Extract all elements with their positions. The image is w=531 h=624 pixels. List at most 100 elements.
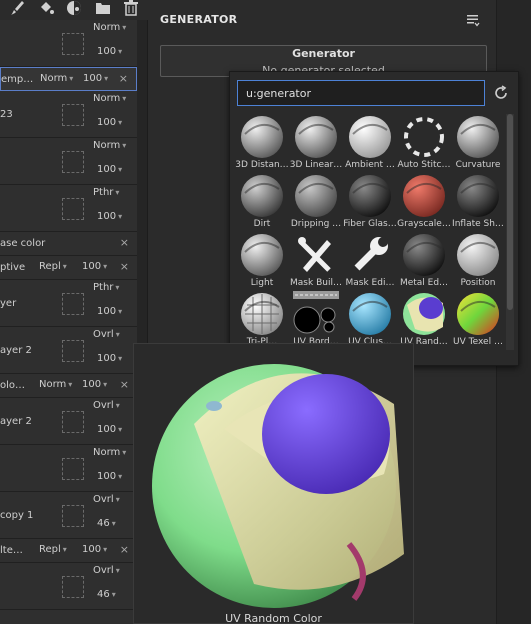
resource-item[interactable]: UV Texel … [451, 291, 505, 350]
opacity-dropdown[interactable]: 46 ▾ [97, 589, 116, 600]
opacity-value: 100 [97, 117, 117, 128]
resource-item[interactable]: Tri-Pl… [235, 291, 289, 350]
chevron-down-icon: ▾ [62, 262, 67, 271]
opacity-dropdown[interactable]: 100 ▾ [97, 211, 122, 222]
opacity-dropdown[interactable]: 100 ▾ [97, 117, 122, 128]
resource-item[interactable]: Metal Ed… [397, 232, 451, 291]
resource-item[interactable]: Fiber Glas… [343, 173, 397, 232]
folder-icon[interactable] [95, 0, 111, 16]
blend-mode-dropdown[interactable]: Ovrl ▾ [93, 400, 120, 411]
layer-row[interactable]: Norm ▾ 100 ▾ [0, 20, 137, 67]
resource-item[interactable]: UV Rand… [397, 291, 451, 350]
blend-mode-dropdown[interactable]: Norm ▾ [93, 447, 126, 458]
resource-item[interactable]: 3D Linear… [289, 114, 343, 173]
resource-item[interactable]: UV Clus… [343, 291, 397, 350]
opacity-dropdown[interactable]: 100 ▾ [97, 306, 122, 317]
mask-icon[interactable] [66, 0, 82, 16]
layer-mask-thumbnail[interactable] [62, 339, 84, 362]
layer-row[interactable]: 23 Norm ▾ 100 ▾ [0, 91, 137, 138]
resource-label: Ambient … [345, 160, 395, 170]
blend-mode-value: Norm [93, 93, 121, 104]
layer-mask-thumbnail[interactable] [62, 457, 84, 480]
resource-item[interactable]: Mask Buil… [289, 232, 343, 291]
chevron-down-icon: ▾ [115, 401, 120, 410]
layer-mask-thumbnail[interactable] [62, 504, 84, 527]
layer-row[interactable]: ayer 2 Ovrl ▾ 100 ▾ [0, 327, 137, 374]
layer-row[interactable]: lte… Repl ▾ 100 ▾ × [0, 539, 137, 563]
opacity-dropdown[interactable]: 100 ▾ [82, 261, 107, 272]
layer-mask-thumbnail[interactable] [62, 197, 84, 220]
menu-icon[interactable] [465, 12, 481, 28]
resource-item[interactable]: UV Bord… [289, 291, 343, 350]
blend-mode-dropdown[interactable]: Ovrl ▾ [93, 494, 120, 505]
opacity-value: 100 [97, 164, 117, 175]
layer-row[interactable]: emp… Norm ▾ 100 ▾ × [0, 67, 137, 91]
resource-item[interactable]: 3D Distan… [235, 114, 289, 173]
blend-mode-value: Norm [93, 22, 121, 33]
layer-row[interactable]: Pthr ▾ 100 ▾ [0, 185, 137, 232]
close-icon[interactable]: × [120, 543, 129, 556]
layer-mask-thumbnail[interactable] [62, 410, 84, 433]
opacity-dropdown[interactable]: 100 ▾ [97, 353, 122, 364]
layer-row[interactable]: yer Pthr ▾ 100 ▾ [0, 280, 137, 327]
blend-mode-dropdown[interactable]: Repl ▾ [39, 261, 67, 272]
close-icon[interactable]: × [120, 378, 129, 391]
resource-item[interactable]: Curvature [451, 114, 505, 173]
opacity-dropdown[interactable]: 100 ▾ [97, 164, 122, 175]
resource-item[interactable]: Light [235, 232, 289, 291]
layer-mask-thumbnail[interactable] [62, 150, 84, 173]
layer-stack-panel: Norm ▾ 100 ▾ emp… Norm ▾ 100 ▾ × 23 Norm ▾ 100 ▾ Norm ▾ 1… [0, 20, 148, 624]
opacity-dropdown[interactable]: 100 ▾ [83, 73, 108, 84]
close-icon[interactable]: × [120, 260, 129, 273]
layer-row[interactable]: ayer 2 Ovrl ▾ 100 ▾ [0, 398, 137, 445]
fill-icon[interactable] [38, 0, 54, 16]
layer-row[interactable]: Norm ▾ 100 ▾ [0, 445, 137, 492]
blend-mode-value: Pthr [93, 282, 114, 293]
opacity-dropdown[interactable]: 100 ▾ [82, 544, 107, 555]
resource-item[interactable]: Inflate Sh… [451, 173, 505, 232]
blend-mode-dropdown[interactable]: Pthr ▾ [93, 187, 119, 198]
layer-row[interactable]: Ovrl ▾ 46 ▾ [0, 563, 137, 610]
resource-item[interactable]: Dirt [235, 173, 289, 232]
close-icon[interactable]: × [120, 236, 129, 249]
layer-row[interactable]: ptive Repl ▾ 100 ▾ × [0, 256, 137, 280]
resource-item[interactable]: Auto Stitc… [397, 114, 451, 173]
refresh-icon[interactable] [491, 83, 511, 103]
opacity-dropdown[interactable]: 100 ▾ [97, 471, 122, 482]
chevron-down-icon: ▾ [103, 262, 108, 271]
blend-mode-dropdown[interactable]: Norm ▾ [93, 93, 126, 104]
search-input[interactable] [237, 80, 485, 106]
blend-mode-dropdown[interactable]: Pthr ▾ [93, 282, 119, 293]
blend-mode-dropdown[interactable]: Norm ▾ [39, 379, 72, 390]
resource-item[interactable]: Mask Edi… [343, 232, 397, 291]
blend-mode-dropdown[interactable]: Ovrl ▾ [93, 329, 120, 340]
blend-mode-dropdown[interactable]: Norm ▾ [93, 140, 126, 151]
layer-row[interactable]: olo… Norm ▾ 100 ▾ × [0, 374, 137, 398]
layer-mask-thumbnail[interactable] [62, 575, 84, 598]
grid-scrollbar-thumb[interactable] [507, 114, 513, 310]
blend-mode-dropdown[interactable]: Repl ▾ [39, 544, 67, 555]
brush-icon[interactable] [9, 0, 25, 16]
grid-scrollbar[interactable] [506, 114, 514, 350]
layer-row[interactable]: ase color × [0, 232, 137, 256]
layer-mask-thumbnail[interactable] [62, 32, 84, 55]
opacity-dropdown[interactable]: 100 ▾ [97, 46, 122, 57]
layer-row[interactable]: copy 1 Ovrl ▾ 46 ▾ [0, 492, 137, 539]
resource-item[interactable]: Position [451, 232, 505, 291]
uv-random-color-preview-image [152, 364, 404, 608]
layer-mask-thumbnail[interactable] [62, 292, 84, 315]
opacity-dropdown[interactable]: 100 ▾ [82, 379, 107, 390]
layer-mask-thumbnail[interactable] [62, 103, 84, 126]
close-icon[interactable]: × [119, 72, 128, 85]
app-root: { "toolbar": {"icons": ["brush-icon","fi… [0, 0, 531, 624]
blend-mode-dropdown[interactable]: Ovrl ▾ [93, 565, 120, 576]
resource-item[interactable]: Ambient … [343, 114, 397, 173]
opacity-dropdown[interactable]: 46 ▾ [97, 518, 116, 529]
blend-mode-dropdown[interactable]: Norm ▾ [40, 73, 73, 84]
trash-icon[interactable] [123, 0, 139, 16]
resource-item[interactable]: Grayscale… [397, 173, 451, 232]
layer-row[interactable]: Norm ▾ 100 ▾ [0, 138, 137, 185]
opacity-dropdown[interactable]: 100 ▾ [97, 424, 122, 435]
blend-mode-dropdown[interactable]: Norm ▾ [93, 22, 126, 33]
resource-item[interactable]: Dripping … [289, 173, 343, 232]
